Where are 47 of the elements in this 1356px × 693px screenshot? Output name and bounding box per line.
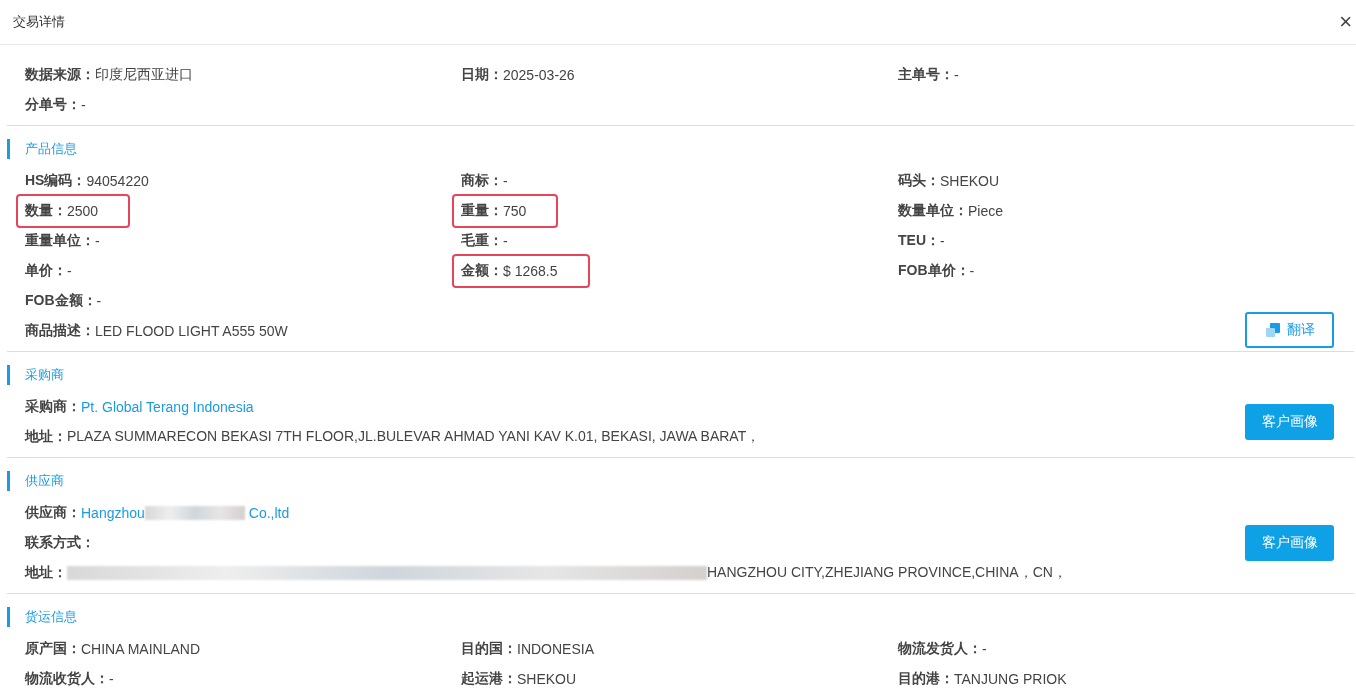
field-label: 供应商：: [25, 504, 81, 522]
section-marker: [7, 365, 10, 385]
field-text: FOB单价：-: [898, 261, 976, 281]
field-label: 采购商：: [25, 398, 81, 416]
field-text: 起运港：SHEKOU: [461, 669, 578, 689]
company-link[interactable]: Co.,ltd: [248, 505, 290, 521]
company-link[interactable]: Hangzhou: [81, 505, 145, 521]
section-marker: [7, 607, 10, 627]
field-text: 码头：SHEKOU: [898, 171, 1001, 191]
translate-icon: [1264, 322, 1281, 338]
field-text: 日期：2025-03-26: [461, 65, 576, 85]
field-label: 地址：: [25, 564, 67, 582]
highlighted-field: 数量：2500: [18, 196, 129, 226]
section-marker: [7, 139, 10, 159]
field-text: 地址：PLAZA SUMMARECON BEKASI 7TH FLOOR,JL.BULEVAR AHMAD YANI KAV K.01, BEKASI, JAWA BARAT，: [25, 427, 762, 446]
field-text: 重量单位：-: [25, 231, 101, 251]
field-text: 目的港：TANJUNG PRIOK: [898, 669, 1068, 689]
field-text: TEU：-: [898, 231, 946, 251]
translate-button[interactable]: 翻译: [1245, 312, 1334, 348]
profile-button[interactable]: 客户画像: [1245, 404, 1334, 440]
field-text: HS编码：94054220: [25, 171, 150, 191]
company-link[interactable]: Pt. Global Terang Indonesia: [81, 399, 254, 415]
close-button[interactable]: ×: [1337, 11, 1354, 33]
field-text: 联系方式：: [25, 533, 96, 552]
section-title: 供应商: [25, 472, 64, 490]
field-text: 分单号：-: [25, 95, 87, 115]
field-value: HANGZHOU CITY,ZHEJIANG PROVINCE,CHINA，CN，: [707, 564, 1067, 582]
profile-button[interactable]: 客户画像: [1245, 525, 1334, 561]
field-text: 目的国：INDONESIA: [461, 639, 595, 659]
field-text: FOB金额：-: [25, 291, 103, 311]
field-text: 主单号：-: [898, 65, 960, 85]
section-title: 采购商: [25, 366, 64, 384]
highlighted-field: 金额：$ 1268.5: [454, 256, 588, 286]
field-text: 毛重：-: [461, 231, 509, 251]
field-text: 物流收货人：-: [25, 669, 115, 689]
section-title: 产品信息: [25, 140, 77, 158]
section-title: 货运信息: [25, 608, 77, 626]
field-text: 商品描述：LED FLOOD LIGHT A555 50W: [25, 321, 289, 341]
field-text: 物流发货人：-: [898, 639, 988, 659]
section-marker: [7, 471, 10, 491]
field-text: 单价：-: [25, 261, 73, 281]
field-text: 商标：-: [461, 171, 509, 191]
field-text: 数据来源：印度尼西亚进口: [25, 65, 194, 84]
field-text: 原产国：CHINA MAINLAND: [25, 639, 202, 659]
field-text: 数量单位：Piece: [898, 201, 1005, 221]
highlighted-field: 重量：750: [454, 196, 557, 226]
dialog-title: 交易详情: [13, 13, 65, 31]
